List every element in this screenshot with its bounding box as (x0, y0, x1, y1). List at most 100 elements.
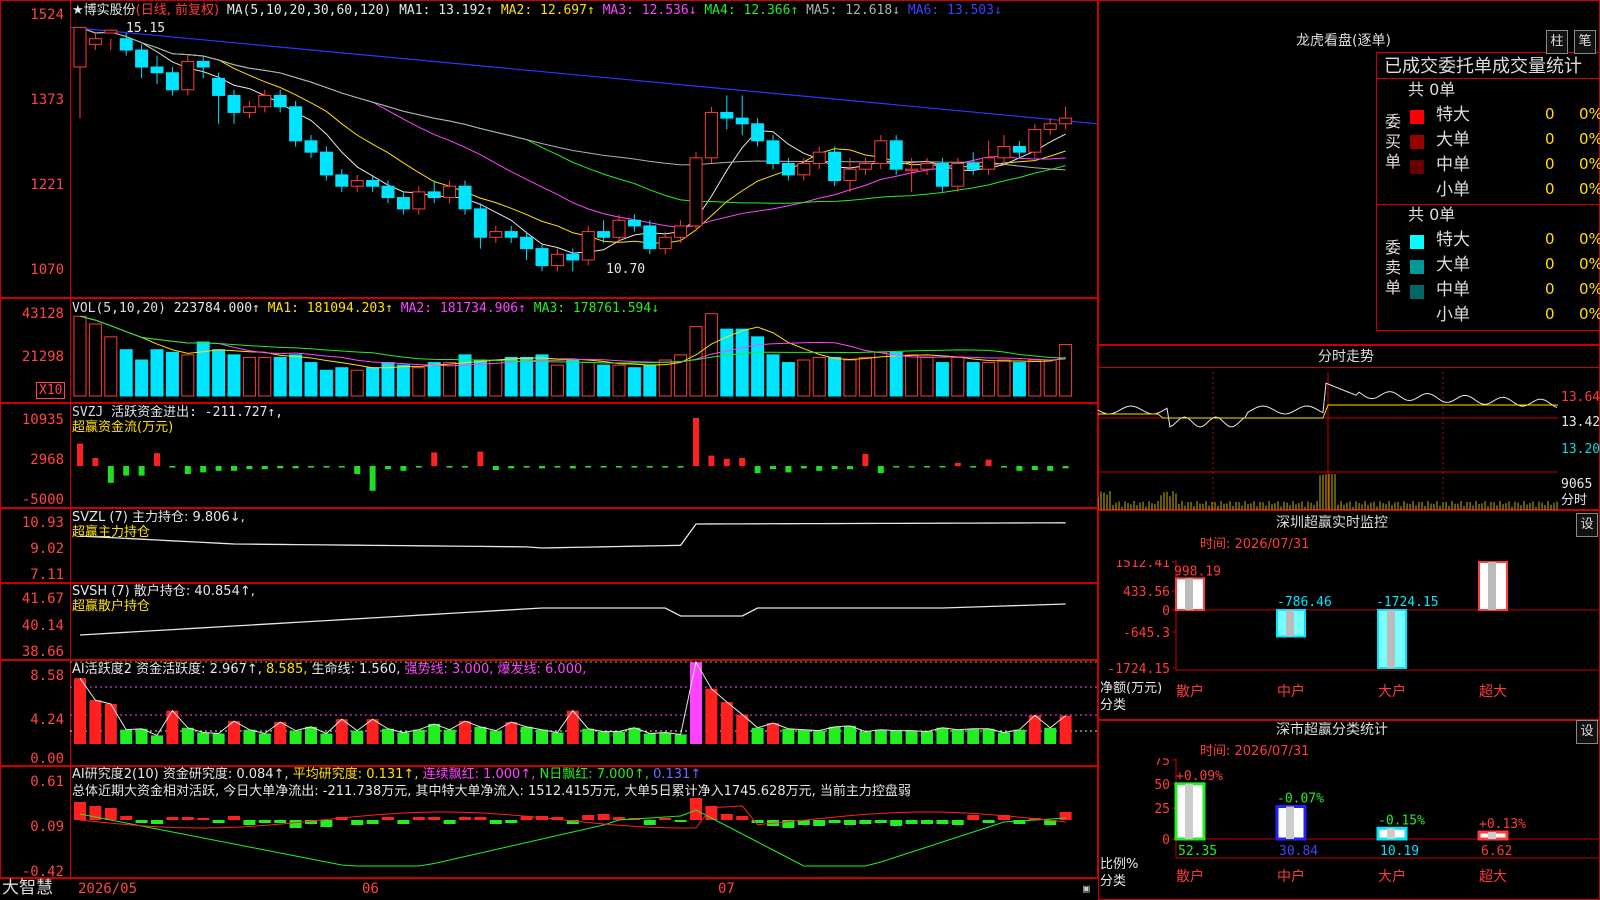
research-bar (874, 820, 887, 823)
retail-holding-chart[interactable] (70, 583, 1098, 659)
monitor-settings-button[interactable]: 设 (1576, 513, 1598, 537)
ma-line (79, 26, 1066, 254)
volume-bar (150, 349, 164, 397)
candle (1059, 117, 1073, 125)
research-bar (181, 817, 194, 820)
activity-bar (967, 728, 980, 744)
volume-bar (781, 362, 795, 397)
volume-bar (489, 359, 503, 397)
volume-bar (704, 313, 718, 397)
volume-bar (658, 359, 672, 397)
flow-bar (77, 443, 83, 466)
volume-bar (396, 364, 410, 397)
axis-tick: -1724.15 (1107, 662, 1170, 677)
candle (1012, 145, 1026, 153)
candle (196, 60, 210, 68)
research-bar (474, 817, 487, 820)
row-count: 0 (1545, 130, 1555, 148)
candle (566, 253, 580, 261)
research-line (79, 805, 1066, 829)
volume-bar (812, 356, 826, 397)
activity-bar (674, 734, 687, 744)
candle (797, 163, 811, 176)
research-bar (258, 820, 271, 823)
value-label: 52.35 (1178, 844, 1217, 859)
volume-bar (982, 362, 996, 397)
candle (458, 185, 472, 210)
capital-flow-chart[interactable] (70, 403, 1098, 505)
row-pct: 0% (1579, 155, 1600, 173)
flow-bar (415, 466, 422, 468)
activity-bar (351, 730, 364, 744)
ai-research-tick: -0.42 (21, 864, 64, 880)
candle (781, 163, 795, 176)
volume-bar (920, 356, 934, 397)
change-label: +0.09% (1176, 769, 1223, 784)
candle (658, 236, 672, 250)
row-count: 0 (1545, 180, 1555, 198)
volume-bar (335, 367, 349, 397)
intraday-unit: 分时 (1561, 493, 1588, 508)
flow-bar (862, 454, 869, 466)
activity-bar (828, 726, 841, 744)
research-bar (643, 820, 656, 825)
intraday-chart[interactable] (1098, 372, 1558, 510)
candlestick-chart[interactable] (70, 16, 1098, 294)
activity-bar (720, 702, 733, 744)
research-bar (212, 820, 225, 823)
candle (812, 151, 826, 165)
svsh-tick: 40.14 (21, 618, 64, 634)
category-label: 大户 (1378, 683, 1406, 700)
activity-bar (767, 723, 779, 744)
value-label: -786.46 (1277, 595, 1332, 610)
candle (227, 94, 241, 113)
candle (935, 163, 949, 187)
tab-tick[interactable]: 笔 (1574, 30, 1596, 54)
volume-bar (874, 351, 888, 397)
research-bar (351, 820, 364, 825)
row-count: 0 (1545, 105, 1555, 123)
volume-bar (1012, 362, 1026, 397)
ai-activity-chart[interactable] (70, 660, 1098, 762)
candle (920, 163, 934, 170)
activity-bar (1059, 715, 1072, 744)
classify-settings-button[interactable]: 设 (1576, 720, 1598, 744)
research-bar (197, 818, 210, 820)
net-bar-shade (1286, 610, 1294, 637)
activity-bar (813, 730, 826, 744)
legend-swatch (1410, 260, 1424, 274)
research-bar (443, 820, 456, 824)
volume-chart[interactable] (70, 298, 1098, 398)
candle (905, 168, 919, 172)
main-holding-chart[interactable] (70, 508, 1098, 582)
activity-bar (998, 732, 1010, 744)
lock-icon[interactable]: ▣ (1083, 883, 1090, 894)
volume-bar (1059, 344, 1073, 397)
volume-bar (88, 323, 102, 397)
axis-tick: -645.3 (1123, 626, 1170, 641)
flow-bar (246, 466, 253, 470)
activity-bar (459, 721, 471, 744)
volume-bar (581, 362, 595, 397)
candle (597, 231, 611, 238)
candle (504, 231, 518, 238)
volume-bar (119, 349, 133, 397)
flow-bar (646, 466, 653, 468)
row-count: 0 (1545, 255, 1555, 273)
candle (104, 29, 118, 34)
tab-bar[interactable]: 柱 (1546, 30, 1568, 54)
candle (1028, 128, 1042, 153)
ai-active-tick: 8.58 (30, 668, 64, 684)
flow-bar (1001, 466, 1007, 468)
candle (150, 66, 164, 74)
activity-bar (859, 731, 872, 744)
candle (997, 145, 1011, 159)
price-tick: 1070 (30, 262, 64, 278)
research-bar (890, 820, 903, 826)
flow-bar (523, 466, 530, 468)
volume-bar (289, 354, 303, 397)
net-bar-shade (1387, 610, 1395, 668)
ai-research-chart[interactable] (70, 766, 1098, 878)
activity-bar (659, 732, 672, 744)
flow-bar (154, 453, 160, 466)
